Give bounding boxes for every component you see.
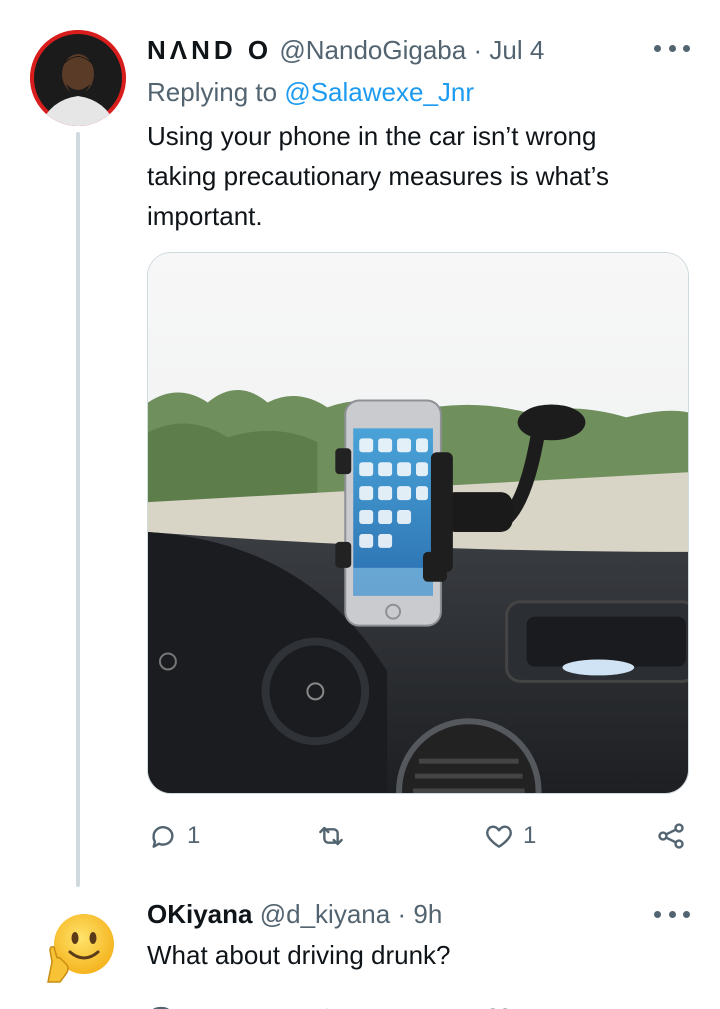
tweet-text: What about driving drunk? bbox=[147, 940, 451, 970]
more-icon[interactable] bbox=[654, 902, 690, 926]
replying-prefix: Replying to bbox=[147, 77, 278, 107]
retweet-icon bbox=[319, 826, 343, 846]
retweet-button[interactable] bbox=[315, 816, 355, 856]
like-icon bbox=[486, 825, 512, 848]
handle[interactable]: @NandoGigaba bbox=[279, 35, 466, 65]
tweet-actions bbox=[147, 998, 689, 1009]
share-button[interactable] bbox=[655, 816, 687, 856]
avatar-okiyana[interactable] bbox=[44, 910, 118, 984]
retweet-icon[interactable] bbox=[315, 998, 347, 1009]
reply-count: 1 bbox=[187, 822, 201, 849]
tweet-text: Using your phone in the car isn’t wrong … bbox=[147, 116, 667, 236]
tweet-actions: 1 1 bbox=[147, 816, 689, 856]
tweet-image[interactable] bbox=[147, 252, 689, 794]
tweet-header: OKiyana @d_kiyana · 9h bbox=[147, 898, 442, 930]
replying-to: Replying to @Salawexe_Jnr bbox=[147, 76, 474, 108]
tweet-okiyana[interactable]: OKiyana @d_kiyana · 9h What about drivin… bbox=[0, 890, 720, 1009]
tweet-text-line: important. bbox=[147, 201, 263, 231]
thread-line bbox=[76, 132, 80, 887]
reply-button[interactable]: 1 bbox=[147, 816, 200, 856]
display-name[interactable]: NΛND O bbox=[147, 35, 272, 65]
like-count: 1 bbox=[523, 822, 537, 849]
reply-icon bbox=[152, 826, 174, 848]
display-name[interactable]: OKiyana bbox=[147, 899, 253, 929]
more-icon[interactable] bbox=[654, 36, 690, 60]
timestamp[interactable]: Jul 4 bbox=[489, 35, 544, 65]
reply-icon[interactable] bbox=[147, 998, 179, 1009]
like-icon[interactable] bbox=[483, 998, 515, 1009]
separator-dot: · bbox=[473, 35, 483, 65]
replying-mention[interactable]: @Salawexe_Jnr bbox=[284, 77, 474, 107]
like-button[interactable]: 1 bbox=[483, 816, 536, 856]
tweet-nando[interactable]: NΛND O @NandoGigaba · Jul 4 Replying to … bbox=[0, 0, 720, 890]
tweet-text-line: taking precautionary measures is what’s bbox=[147, 161, 609, 191]
avatar-nando[interactable] bbox=[30, 30, 126, 126]
tweet-text-line: Using your phone in the car isn’t wrong bbox=[147, 121, 597, 151]
handle[interactable]: @d_kiyana bbox=[260, 899, 390, 929]
share-icon bbox=[658, 823, 684, 849]
timestamp[interactable]: 9h bbox=[413, 899, 442, 929]
share-icon[interactable] bbox=[661, 998, 685, 1009]
separator-dot: · bbox=[397, 899, 407, 929]
tweet-header: NΛND O @NandoGigaba · Jul 4 bbox=[147, 34, 544, 66]
